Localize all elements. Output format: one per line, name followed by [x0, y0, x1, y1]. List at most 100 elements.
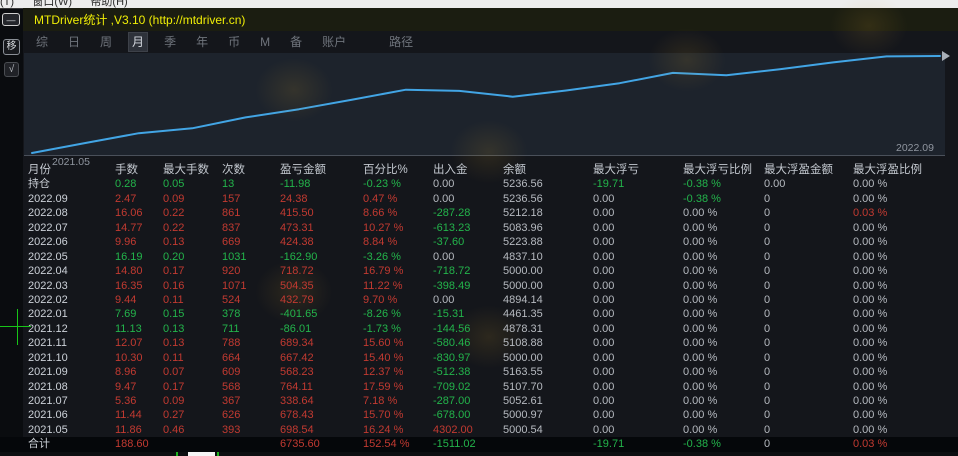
table-row-2022.03[interactable]: 2022.0316.350.161071504.3511.22 %-398.49… — [0, 279, 958, 293]
cell: -718.72 — [433, 264, 503, 278]
tab-yue[interactable]: 月 — [129, 33, 147, 51]
tab-bi[interactable]: 币 — [225, 33, 243, 51]
stats-table: 月份手数最大手数次数盈亏金额百分比%出入金余额最大浮亏最大浮亏比例最大浮盈金额最… — [0, 163, 958, 452]
cell — [163, 437, 222, 451]
cell: 0 — [764, 322, 853, 336]
tab-ji[interactable]: 季 — [161, 33, 179, 51]
title-bar[interactable]: MTDriver统计 ,V3.10 (http://mtdriver.cn) — [23, 8, 958, 31]
table-header-row: 月份手数最大手数次数盈亏金额百分比%出入金余额最大浮亏最大浮亏比例最大浮盈金额最… — [0, 163, 958, 177]
move-tool-button[interactable]: 移 — [3, 39, 20, 55]
cell: 0.13 — [163, 235, 222, 249]
cell: 9.44 — [115, 293, 163, 307]
cell: 7.69 — [115, 307, 163, 321]
check-tool-button[interactable]: √ — [4, 62, 19, 77]
cell: -11.98 — [280, 177, 363, 191]
cell: 11.22 % — [363, 279, 433, 293]
cell: 689.34 — [280, 336, 363, 350]
cell: 0.00 — [433, 177, 503, 191]
table-row-2022.04[interactable]: 2022.0414.800.17920718.7216.79 %-718.725… — [0, 264, 958, 278]
cell: -0.38 % — [683, 177, 764, 191]
tab-zhanghu[interactable]: 账户 — [319, 33, 349, 51]
row-label: 2021.11 — [28, 336, 115, 350]
table-row-2022.06[interactable]: 2022.069.960.13669424.388.84 %-37.605223… — [0, 235, 958, 249]
row-label: 2021.09 — [28, 365, 115, 379]
table-row-2022.07[interactable]: 2022.0714.770.22837473.3110.27 %-613.235… — [0, 221, 958, 235]
cell: 8.66 % — [363, 206, 433, 220]
table-row-2021.11[interactable]: 2021.1112.070.13788689.3415.60 %-580.465… — [0, 336, 958, 350]
cell: -8.26 % — [363, 307, 433, 321]
cell: 7.18 % — [363, 394, 433, 408]
cell: 0.00 % — [853, 279, 958, 293]
tab-ri[interactable]: 日 — [65, 33, 83, 51]
cell: 5212.18 — [503, 206, 593, 220]
table-row-2021.07[interactable]: 2021.075.360.09367338.647.18 %-287.00505… — [0, 394, 958, 408]
tab-m[interactable]: M — [257, 33, 273, 51]
cell: -86.01 — [280, 322, 363, 336]
cell: 24.38 — [280, 192, 363, 206]
row-label: 2022.06 — [28, 235, 115, 249]
cell: 0.00 % — [683, 380, 764, 394]
cell: 0.00 — [593, 307, 683, 321]
cell: 669 — [222, 235, 280, 249]
cell: 9.70 % — [363, 293, 433, 307]
table-row-2022.05[interactable]: 2022.0516.190.201031-162.90-3.26 %0.0048… — [0, 250, 958, 264]
row-label: 2022.03 — [28, 279, 115, 293]
column-header: 月份 — [28, 163, 115, 177]
cell: 12.37 % — [363, 365, 433, 379]
cell: 0.00 % — [853, 250, 958, 264]
cell: 2.47 — [115, 192, 163, 206]
table-row-2022.02[interactable]: 2022.029.440.11524432.799.70 %0.004894.1… — [0, 293, 958, 307]
table-row-持仓[interactable]: 持仓0.280.0513-11.98-0.23 %0.005236.56-19.… — [0, 177, 958, 191]
tab-bei[interactable]: 备 — [287, 33, 305, 51]
column-header: 手数 — [115, 163, 163, 177]
table-row-2022.01[interactable]: 2022.017.690.15378-401.65-8.26 %-15.3144… — [0, 307, 958, 321]
cell: 13 — [222, 177, 280, 191]
table-row-2021.05[interactable]: 2021.0511.860.46393698.5416.24 %4302.005… — [0, 423, 958, 437]
cell: -287.00 — [433, 394, 503, 408]
cell: 0.00 % — [683, 336, 764, 350]
x-axis-end-label: 2022.09 — [896, 142, 934, 154]
tab-path[interactable]: 路径 — [386, 33, 416, 51]
table-row-2021.08[interactable]: 2021.089.470.17568764.1117.59 %-709.0251… — [0, 380, 958, 394]
cell: 0.15 — [163, 307, 222, 321]
cell: 0.00 — [593, 279, 683, 293]
cell: 0 — [764, 307, 853, 321]
cell: 0.00 % — [683, 279, 764, 293]
cell: 0.00 % — [683, 408, 764, 422]
cell: -19.71 — [593, 177, 683, 191]
tab-zong[interactable]: 综 — [33, 33, 51, 51]
cell: 11.44 — [115, 408, 163, 422]
table-row-2021.10[interactable]: 2021.1010.300.11664667.4215.40 %-830.975… — [0, 351, 958, 365]
cell: 5163.55 — [503, 365, 593, 379]
table-row-2021.06[interactable]: 2021.0611.440.27626678.4315.70 %-678.005… — [0, 408, 958, 422]
row-label: 2021.05 — [28, 423, 115, 437]
bottom-tick-icon — [217, 452, 219, 456]
table-row-2022.08[interactable]: 2022.0816.060.22861415.508.66 %-287.2852… — [0, 206, 958, 220]
row-label: 2021.10 — [28, 351, 115, 365]
table-row-2021.09[interactable]: 2021.098.960.07609568.2312.37 %-512.3851… — [0, 365, 958, 379]
cell: 0.00 — [593, 235, 683, 249]
app-title: MTDriver统计 ,V3.10 (http://mtdriver.cn) — [23, 8, 958, 32]
minimize-button[interactable]: — — [2, 13, 20, 26]
cell: 0.00 % — [683, 235, 764, 249]
cell: 188.60 — [115, 437, 163, 451]
cell: 424.38 — [280, 235, 363, 249]
cell: 0.00 % — [853, 264, 958, 278]
cell: 0.28 — [115, 177, 163, 191]
cell: 16.24 % — [363, 423, 433, 437]
row-label: 2022.09 — [28, 192, 115, 206]
cell: 5000.00 — [503, 264, 593, 278]
column-header: 次数 — [222, 163, 280, 177]
tab-nian[interactable]: 年 — [193, 33, 211, 51]
cell: 0.16 — [163, 279, 222, 293]
cell: 0.22 — [163, 206, 222, 220]
cell: 0.00 — [593, 264, 683, 278]
tab-zhou[interactable]: 周 — [97, 33, 115, 51]
table-row-2022.09[interactable]: 2022.092.470.0915724.380.47 %0.005236.56… — [0, 192, 958, 206]
cell: 698.54 — [280, 423, 363, 437]
row-label: 2022.08 — [28, 206, 115, 220]
table-row-2021.12[interactable]: 2021.1211.130.13711-86.01-1.73 %-144.564… — [0, 322, 958, 336]
cell: 0 — [764, 206, 853, 220]
cell: 5236.56 — [503, 177, 593, 191]
table-row-合计[interactable]: 合计188.606735.60152.54 %-1511.02-19.71-0.… — [0, 437, 958, 451]
